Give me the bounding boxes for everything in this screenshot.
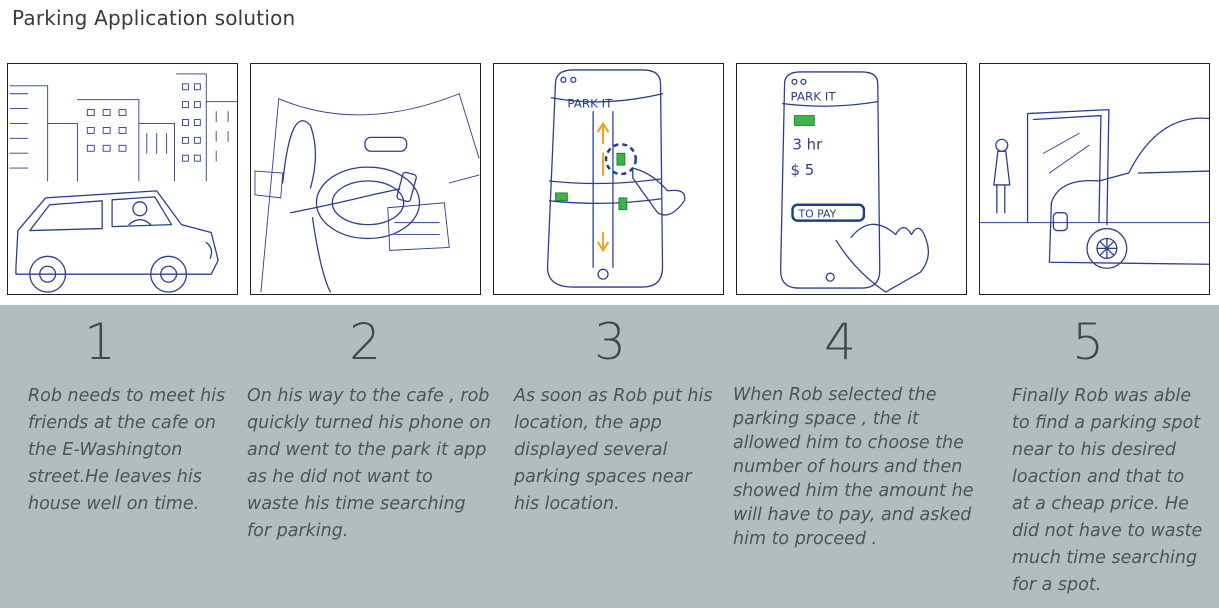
app-name-label: PARK IT [791,90,837,104]
step-number-3: 3 [594,313,626,371]
step-caption-5: Finally Rob was able to find a parking s… [1012,386,1203,595]
sketch-phone-pay: PARK IT 3 hr $ 5 TO PAY [779,71,930,293]
step-caption-4: When Rob selected the parking space , th… [733,385,974,549]
step-number-5: 5 [1072,313,1104,371]
sketch-driver-phone [254,93,480,293]
step-caption-2: On his way to the cafe , rob quickly tur… [247,386,492,541]
storyboard-panel-1 [7,63,238,295]
sketch-arrival [980,108,1209,269]
parking-spot [618,197,628,211]
sketch-phone-map: PARK IT [546,69,686,288]
hours-label: 3 hr [793,135,824,153]
storyboard-panel-2 [250,63,481,295]
parking-spot-selected [616,152,626,166]
step-caption-3: As soon as Rob put his location, the app… [514,386,713,514]
step-number-4: 4 [824,313,856,371]
step-caption-1: Rob needs to meet his friends at the caf… [28,386,226,514]
app-name-label: PARK IT [567,97,613,111]
sketch-car-city [9,73,237,293]
parking-spot [555,192,568,202]
step-number-1: 1 [84,313,116,371]
price-label: $ 5 [791,161,815,179]
selected-spot-indicator [794,115,815,126]
storyboard-panel-3: PARK IT [493,63,724,295]
storyboard-panel-4: PARK IT 3 hr $ 5 TO PAY [736,63,967,295]
page-title: Parking Application solution [12,6,296,30]
step-number-2: 2 [349,313,381,371]
pay-button-label: TO PAY [797,208,836,221]
storyboard-panel-5 [979,63,1210,295]
